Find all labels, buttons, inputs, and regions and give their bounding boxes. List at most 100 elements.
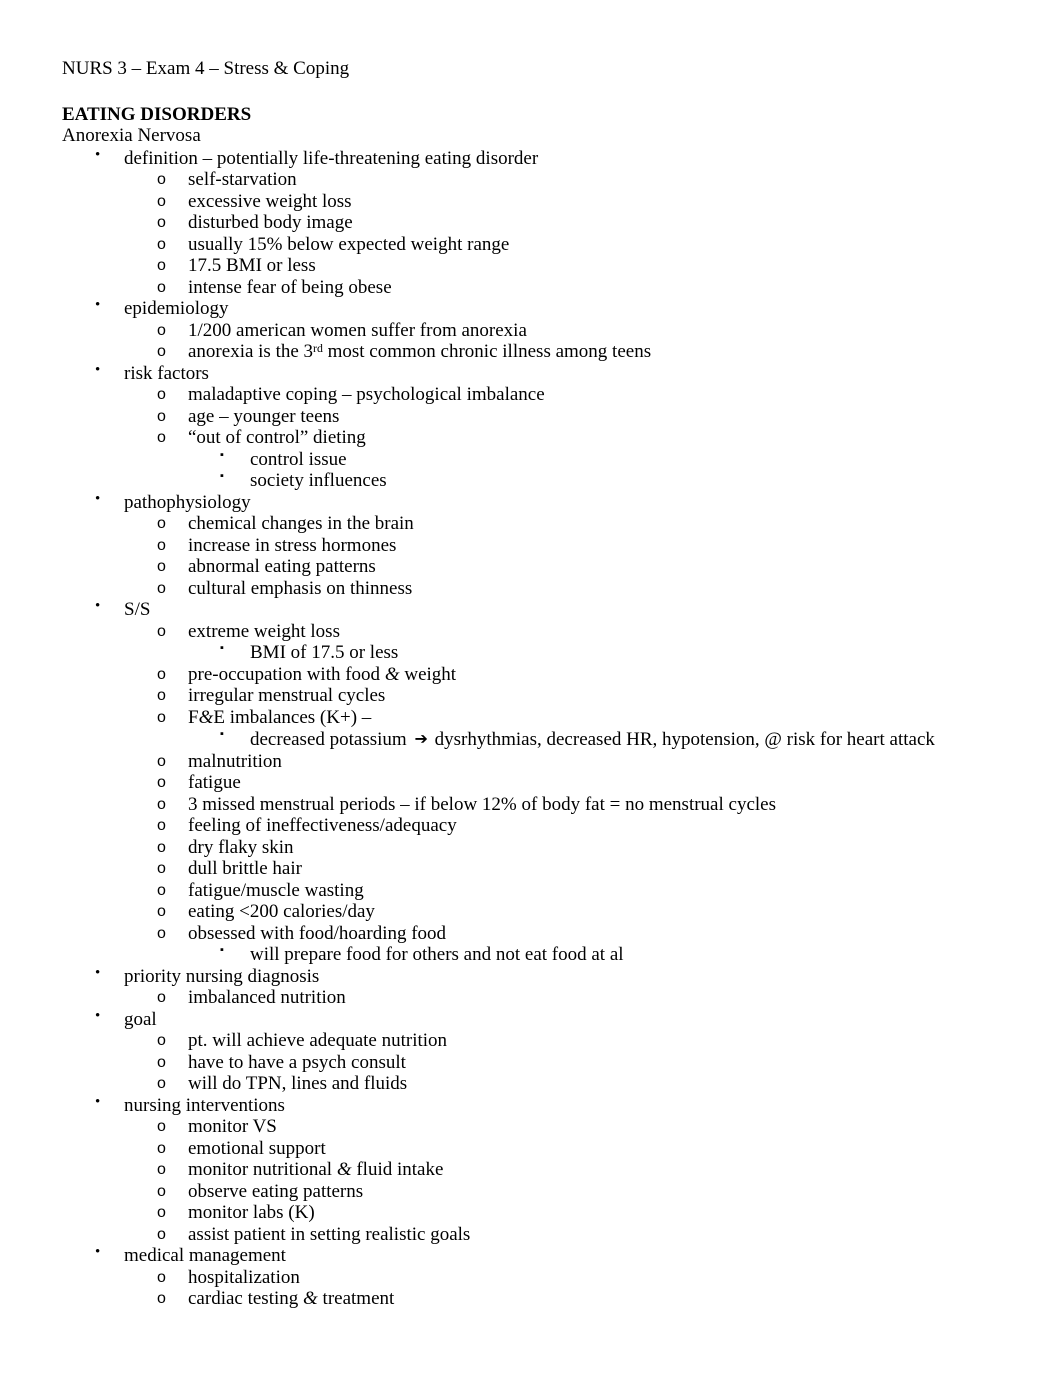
bullet-marker-level-2-icon: o — [157, 838, 166, 856]
bullet-marker-level-2-icon: o — [157, 1075, 166, 1092]
outline-item-text: excessive weight loss — [188, 190, 352, 212]
document-header: NURS 3 – Exam 4 – Stress & Coping — [62, 58, 350, 79]
bullet-marker-level-1-icon: • — [95, 490, 101, 507]
outline-item-level-2: o pt. will achieve adequate nutrition — [62, 1030, 1000, 1052]
outline-item-level-2: o observe eating patterns — [62, 1181, 1000, 1203]
outline-item-text: maladaptive coping – psychological imbal… — [188, 384, 545, 405]
bullet-marker-level-3-icon: ▪ — [220, 944, 224, 956]
bullet-marker-level-2-icon: o — [157, 903, 166, 920]
outline-item-level-2: o feeling of ineffectiveness/adequacy — [62, 815, 1000, 837]
outline-item-level-2: o malnutrition — [62, 751, 1000, 773]
bullet-marker-level-2-icon: o — [157, 989, 166, 1006]
bullet-marker-level-2-icon: o — [157, 235, 166, 253]
outline-item-level-2: o F&E imbalances (K+) – — [62, 707, 1000, 729]
outline-item-level-2: o 3 missed menstrual periods – if below 1… — [62, 794, 1000, 816]
outline-item-text: pathophysiology — [124, 491, 251, 513]
section-title: EATING DISORDERS — [62, 103, 252, 125]
outline-item-text: nursing interventions — [124, 1094, 285, 1116]
outline-item-level-2: o monitor VS — [62, 1116, 1000, 1138]
outline-item-level-1: • medical management — [62, 1244, 1000, 1267]
outline-item-text: dull brittle hair — [188, 858, 302, 879]
outline-item-text: 3 missed menstrual periods – if below 12… — [188, 793, 776, 815]
bullet-marker-level-2-icon: o — [157, 1204, 166, 1221]
bullet-marker-level-2-icon: o — [157, 1139, 166, 1157]
outline-item-text: decreased potassium ➔ dysrhythmias, decr… — [250, 729, 935, 750]
outline-item-text: extreme weight loss — [188, 620, 340, 642]
bullet-marker-level-3-icon: ▪ — [220, 470, 224, 482]
outline-item-text: abnormal eating patterns — [188, 556, 376, 577]
outline-item-text: epidemiology — [124, 298, 229, 319]
outline-item-text: anorexia is the 3rd most common chronic … — [188, 341, 652, 362]
outline-item-text: monitor labs (K) — [188, 1202, 315, 1223]
bullet-marker-level-2-icon: o — [157, 1161, 166, 1178]
outline-item-level-1: • S/S — [62, 598, 1000, 621]
outline-item-level-2: o increase in stress hormones — [62, 535, 1000, 557]
bullet-marker-level-2-icon: o — [157, 192, 166, 210]
bullet-marker-level-2-icon: o — [157, 536, 166, 554]
outline-item-level-3: ▪ decreased potassium ➔ dysrhythmias, dec… — [62, 728, 1000, 751]
outline-item-level-2: o assist patient in setting realistic goa… — [62, 1224, 1000, 1246]
bullet-marker-level-3-icon: ▪ — [220, 448, 224, 461]
ampersand-glyph: & — [336, 1159, 352, 1180]
outline-item-level-2: o anorexia is the 3rd most common chronic… — [62, 341, 1000, 363]
outline-item-level-2: o 1/200 american women suffer from anorex… — [62, 320, 1000, 342]
outline-item-text: risk factors — [124, 362, 209, 384]
outline-item-level-2: o excessive weight loss — [62, 191, 1000, 213]
outline-item-level-2: o age – younger teens — [62, 406, 1000, 428]
bullet-marker-level-1-icon: • — [95, 361, 101, 378]
outline-item-level-1: • goal — [62, 1008, 1000, 1031]
outline-item-text: fatigue/muscle wasting — [188, 879, 364, 901]
bullet-marker-level-2-icon: o — [157, 924, 166, 942]
bullet-marker-level-2-icon: o — [157, 407, 166, 425]
outline-item-level-3: ▪ control issue — [62, 449, 1000, 471]
section-subtitle: Anorexia Nervosa — [62, 125, 201, 146]
outline-item-text: assist patient in setting realistic goal… — [188, 1223, 471, 1245]
outline-item-level-2: o will do TPN, lines and fluids — [62, 1073, 1000, 1095]
outline-item-text: fatigue — [188, 772, 241, 793]
bullet-marker-level-3-icon: ▪ — [220, 728, 224, 740]
outline-item-level-1: • epidemiology — [62, 297, 1000, 320]
outline-item-text: 17.5 BMI or less — [188, 255, 316, 276]
bullet-marker-level-2-icon: o — [157, 860, 166, 877]
bullet-marker-level-2-icon: o — [157, 665, 166, 683]
outline-item-level-2: o self-starvation — [62, 169, 1000, 191]
bullet-marker-level-2-icon: o — [157, 622, 166, 640]
ampersand-glyph: & — [198, 706, 214, 728]
outline-item-level-2: o chemical changes in the brain — [62, 513, 1000, 535]
bullet-marker-level-2-icon: o — [157, 708, 166, 726]
outline-item-text: pt. will achieve adequate nutrition — [188, 1030, 448, 1051]
outline-item-text: increase in stress hormones — [188, 534, 397, 556]
bullet-marker-level-1-icon: • — [95, 598, 101, 614]
outline-item-text: definition – potentially life-threatenin… — [124, 147, 539, 169]
outline-item-level-2: o disturbed body image — [62, 212, 1000, 234]
right-arrow-icon: ➔ — [414, 729, 428, 748]
outline-item-level-2: o usually 15% below expected weight range — [62, 234, 1000, 256]
outline-item-level-2: o cultural emphasis on thinness — [62, 578, 1000, 600]
outline-item-level-2: o intense fear of being obese — [62, 277, 1000, 299]
outline-item-level-2: o maladaptive coping – psychological imba… — [62, 384, 1000, 406]
bullet-marker-level-2-icon: o — [157, 881, 166, 899]
bullet-marker-level-1-icon: • — [95, 1244, 101, 1260]
outline-item-text: priority nursing diagnosis — [124, 965, 320, 987]
bullet-marker-level-2-icon: o — [157, 257, 166, 274]
outline-item-text: F&E imbalances (K+) – — [188, 706, 372, 728]
outline-item-text: emotional support — [188, 1137, 326, 1159]
outline-item-text: have to have a psych consult — [188, 1051, 406, 1073]
outline-item-level-2: o fatigue/muscle wasting — [62, 880, 1000, 902]
outline-item-text: hospitalization — [188, 1266, 300, 1288]
outline-item-level-1: • priority nursing diagnosis — [62, 965, 1000, 988]
outline-item-text: chemical changes in the brain — [188, 513, 414, 534]
outline-item-text: disturbed body image — [188, 212, 353, 233]
bullet-marker-level-3-icon: ▪ — [220, 642, 224, 654]
outline-item-level-1: • definition – potentially life-threateni… — [62, 146, 1000, 170]
outline-item-level-3: ▪ society influences — [62, 470, 1000, 492]
outline-item-text: self-starvation — [188, 169, 297, 190]
bullet-marker-level-1-icon: • — [95, 146, 101, 163]
bullet-marker-level-2-icon: o — [157, 343, 166, 360]
bullet-marker-level-2-icon: o — [157, 1053, 166, 1071]
outline-item-text: society influences — [250, 470, 387, 491]
outline-item-text: intense fear of being obese — [188, 276, 392, 298]
ordinal-superscript: rd — [313, 341, 323, 355]
ampersand-glyph: & — [303, 1288, 318, 1309]
outline-item-level-2: o imbalanced nutrition — [62, 987, 1000, 1009]
